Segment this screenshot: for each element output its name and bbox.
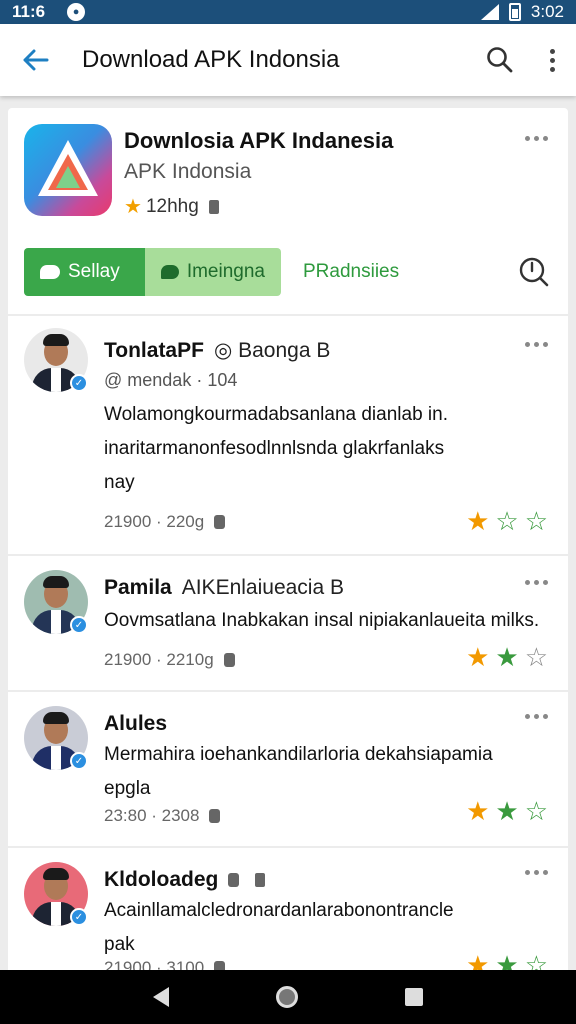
tab-sellay[interactable]: Sellay [24,248,145,296]
review-menu-icon[interactable] [525,580,548,585]
star-filled-icon: ★ [466,642,490,672]
review-menu-icon[interactable] [525,714,548,719]
rating-text: 12hhg [145,195,199,217]
reviewer-name: Alules [104,712,167,736]
reviewer-name: Pamila AIKEnlaiueacia B [104,576,344,600]
star-outline-icon: ☆ [524,950,548,970]
review-date: 21900 · 220g [104,512,226,532]
star-filled-icon: ★ [466,950,490,970]
reviewer-name-text: TonlataPF [104,338,204,362]
review-card: ✓ Alules Mermahira ioehankandilarloria d… [8,692,568,846]
star-outline-icon: ☆ [524,642,548,672]
app-header-card: Downlosia APK Indanesia APK Indonsia ★ 1… [8,108,568,314]
notification-icon: ● [67,3,86,21]
system-nav-bar [0,970,576,1024]
bird-icon [161,265,179,279]
app-rating: ★ 12hhg [124,194,219,219]
lock-icon [255,873,266,887]
thumb-icon[interactable] [209,809,221,823]
reviewer-name-text: Alules [104,712,168,735]
star-icon: ★ [124,196,142,218]
review-date: 23:80 · 2308 [104,806,221,826]
app-name: Downlosia APK Indanesia [124,128,394,153]
nav-back-icon[interactable] [153,987,170,1007]
tab-imeingna[interactable]: Imeingna [145,248,281,296]
reviewer-extra: ◎ Baonga B [213,339,331,362]
reviewer-name: Kldoloadeg [104,868,266,892]
overflow-menu-icon[interactable] [528,24,576,96]
search-icon[interactable] [518,256,550,293]
verified-badge-icon: ✓ [70,908,88,926]
review-date: 21900 · 3100 [104,958,226,970]
tab-label: Imeingna [186,261,265,282]
review-text: Wolamongkourmadabsanlana dianlab in. ina… [104,404,448,493]
star-filled-icon: ★ [495,796,519,826]
signal-icon [480,4,499,20]
bird-icon [40,265,60,279]
thumb-icon [228,873,240,887]
tab-label: Sellay [68,261,120,282]
review-menu-icon[interactable] [525,342,548,347]
review-stars: ★ ☆ ☆ [466,506,548,537]
review-text: Oovmsatlana Inabkakan insal nipiakanlaue… [104,610,540,631]
star-outline-icon: ☆ [524,796,548,826]
review-card: ✓ TonlataPF ◎ Baonga B @ mendak · 104 Wo… [8,316,568,554]
reviewer-name: TonlataPF ◎ Baonga B [104,338,330,363]
status-bar: 11:6 ● 3:02 [0,0,576,24]
thumb-icon[interactable] [214,961,226,970]
app-icon[interactable] [24,124,112,216]
filter-tabs: Sellay Imeingna PRadnsiies [24,248,415,296]
star-outline-icon: ☆ [495,506,519,536]
review-stars: ★ ★ ☆ [466,642,548,673]
star-filled-icon: ★ [466,506,490,536]
review-stars: ★ ★ ☆ [466,796,548,827]
verified-badge-icon: ✓ [70,374,88,392]
status-clock: 3:02 [530,2,564,21]
battery-icon [508,3,521,21]
lock-icon [208,199,219,214]
review-stars: ★ ★ ☆ [466,950,548,970]
star-filled-icon: ★ [466,796,490,826]
page-title: Download APK Indonsia [82,46,340,73]
search-icon[interactable] [472,24,528,96]
reviewer-extra: AIKEnlaiueacia B [181,576,345,599]
app-subtitle: APK Indonsia [124,160,252,183]
verified-badge-icon: ✓ [70,616,88,634]
reviewer-name-text: Kldoloadeg [104,868,219,891]
nav-home-icon[interactable] [275,986,298,1008]
nav-recents-icon[interactable] [404,988,423,1006]
star-outline-icon: ☆ [524,506,548,536]
review-card: ✓ Kldoloadeg Acainllamalcledronardanlara… [8,848,568,970]
tab-pradnsiies[interactable]: PRadnsiies [281,248,415,296]
reviewer-name-text: Pamila [104,576,172,599]
card-menu-icon[interactable] [525,136,548,141]
review-card: ✓ Pamila AIKEnlaiueacia B Oovmsatlana In… [8,556,568,690]
review-date: 21900 · 2210g [104,650,235,670]
status-time: 11:6 [12,2,46,21]
thumb-icon[interactable] [223,653,235,667]
back-arrow-icon[interactable] [0,24,72,96]
app-bar: Download APK Indonsia [0,24,576,96]
review-menu-icon[interactable] [525,870,548,875]
verified-badge-icon: ✓ [70,752,88,770]
reviewer-handle: @ mendak · 104 [104,370,238,390]
thumb-icon[interactable] [214,515,226,529]
star-filled-icon: ★ [495,642,519,672]
star-filled-icon: ★ [495,950,519,970]
tab-label: PRadnsiies [303,261,400,282]
